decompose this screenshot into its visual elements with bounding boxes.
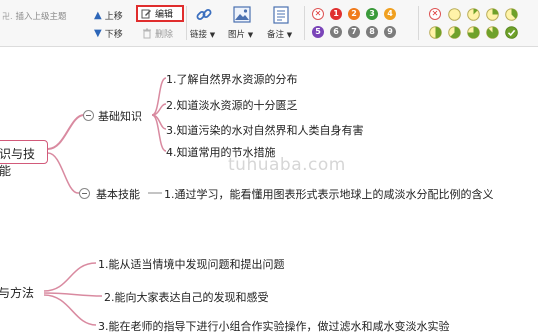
progress-0-icon[interactable]	[448, 8, 461, 21]
note-icon	[273, 6, 289, 24]
toolbar-separator	[304, 6, 305, 40]
priority-4-badge[interactable]: 4	[384, 8, 396, 20]
basic-item-1[interactable]: 1.了解自然界水资源的分布	[166, 71, 298, 87]
delete-button[interactable]: 删除	[142, 27, 173, 40]
insert-parent-icon: 卍.	[2, 11, 13, 21]
toolbar-separator	[186, 6, 187, 40]
link-button[interactable]: 链接 ▼	[190, 4, 220, 42]
toolbar-separator	[418, 6, 419, 40]
method-item-1[interactable]: 1.能从适当情境中发现问题和提出问题	[98, 256, 285, 272]
priority-9-badge[interactable]: 9	[384, 26, 396, 38]
priority-6-badge[interactable]: 6	[330, 26, 342, 38]
collapse-toggle-icon[interactable]	[83, 110, 94, 121]
arrow-up-icon: ▲	[94, 9, 102, 21]
skill-item-1[interactable]: 1.通过学习，能看懂用图表形式表示地球上的咸淡水分配比例的含义	[164, 186, 494, 202]
progress-1-2-icon[interactable]	[429, 26, 442, 39]
progress-7-8-icon[interactable]	[486, 26, 499, 39]
progress-done-icon[interactable]	[505, 26, 518, 39]
insert-parent-label: 插入上级主题	[15, 12, 67, 22]
priority-remove-icon[interactable]: ✕	[312, 8, 324, 20]
toolbar: 卍. 插入上级主题 ▲ 上移 ▼ 下移 编辑 删除 链接 ▼ 图片 ▼ 备注 ▼…	[0, 0, 538, 47]
priority-3-badge[interactable]: 3	[366, 8, 378, 20]
insert-parent-topic-button[interactable]: 卍. 插入上级主题	[2, 10, 67, 23]
topic-knowledge-skill[interactable]: 识与技能	[0, 140, 48, 178]
progress-3-8-icon[interactable]	[505, 8, 518, 21]
image-label: 图片	[228, 30, 246, 40]
trash-icon	[143, 28, 151, 39]
edit-icon	[141, 9, 151, 19]
link-icon	[196, 9, 212, 20]
mindmap-canvas: 识与技能 基础知识 1.了解自然界水资源的分布 2.知道淡水资源的十分匮乏 3.…	[0, 47, 538, 333]
collapse-toggle-icon[interactable]	[79, 188, 90, 199]
edit-label: 编辑	[155, 10, 174, 20]
progress-3-4-icon[interactable]	[467, 26, 480, 39]
progress-1-8-icon[interactable]	[467, 8, 480, 21]
delete-label: 删除	[155, 30, 174, 40]
note-button[interactable]: 备注 ▼	[265, 4, 299, 42]
progress-5-8-icon[interactable]	[448, 26, 461, 39]
priority-1-badge[interactable]: 1	[330, 8, 342, 20]
chevron-down-icon: ▼	[247, 31, 254, 39]
chevron-down-icon: ▼	[209, 31, 216, 39]
priority-8-badge[interactable]: 8	[366, 26, 378, 38]
move-down-button[interactable]: ▼ 下移	[94, 27, 123, 40]
watermark: tuhuaba.com	[228, 155, 346, 175]
priority-5-badge[interactable]: 5	[312, 26, 324, 38]
progress-remove-icon[interactable]: ✕	[429, 8, 441, 20]
branch-basic-knowledge[interactable]: 基础知识	[98, 108, 142, 124]
note-label: 备注	[267, 30, 285, 40]
topic-process-method[interactable]: 与方法	[0, 284, 34, 301]
method-item-2[interactable]: 2.能向大家表达自己的发现和感受	[104, 289, 269, 305]
arrow-down-icon: ▼	[94, 27, 102, 39]
move-down-label: 下移	[104, 30, 123, 40]
edit-button[interactable]: 编辑	[136, 5, 184, 22]
basic-item-3[interactable]: 3.知道污染的水对自然界和人类自身有害	[166, 122, 364, 138]
priority-7-badge[interactable]: 7	[348, 26, 360, 38]
method-item-3[interactable]: 3.能在老师的指导下进行小组合作实验操作，做过滤水和咸水变淡水实验	[98, 318, 450, 334]
image-icon	[233, 6, 251, 23]
move-up-button[interactable]: ▲ 上移	[94, 9, 123, 22]
basic-item-2[interactable]: 2.知道淡水资源的十分匮乏	[166, 97, 298, 113]
progress-1-4-icon[interactable]	[486, 8, 499, 21]
link-label: 链接	[190, 30, 208, 40]
move-up-label: 上移	[104, 12, 123, 22]
image-button[interactable]: 图片 ▼	[226, 4, 260, 42]
priority-2-badge[interactable]: 2	[348, 8, 360, 20]
branch-basic-skill[interactable]: 基本技能	[96, 186, 140, 202]
chevron-down-icon: ▼	[286, 31, 293, 39]
